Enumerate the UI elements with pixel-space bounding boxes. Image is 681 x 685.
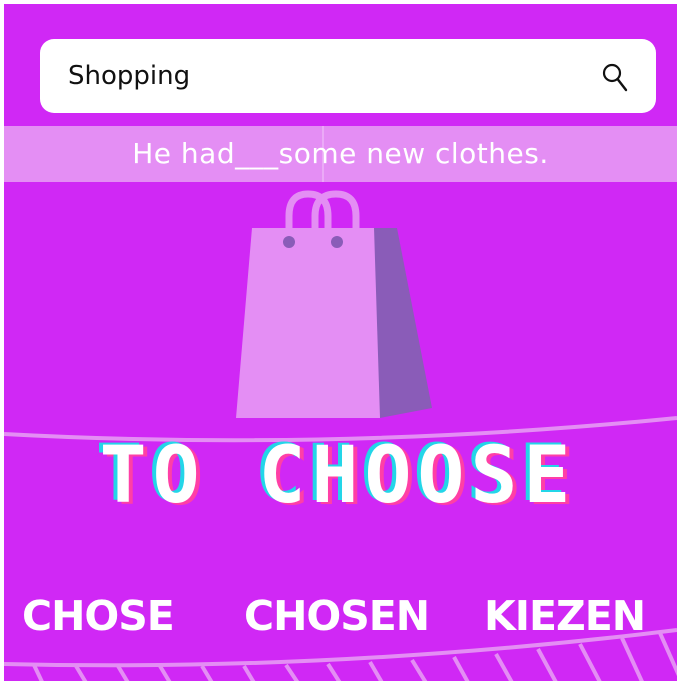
sentence-band: He had___some new clothes. xyxy=(4,126,677,182)
poster-canvas: Shopping He had___some new clothes. TO C… xyxy=(4,4,677,681)
decorative-fence xyxy=(4,628,677,681)
shopping-bag-icon xyxy=(236,190,432,418)
search-bar[interactable]: Shopping xyxy=(40,39,656,113)
search-icon[interactable] xyxy=(600,61,630,93)
fill-in-sentence: He had___some new clothes. xyxy=(132,137,549,170)
title-main: TO CHOOSE xyxy=(100,434,577,521)
title-to-choose: TO CHOOSE TO CHOOSE TO CHOOSE xyxy=(96,434,577,523)
search-input[interactable]: Shopping xyxy=(68,39,190,113)
